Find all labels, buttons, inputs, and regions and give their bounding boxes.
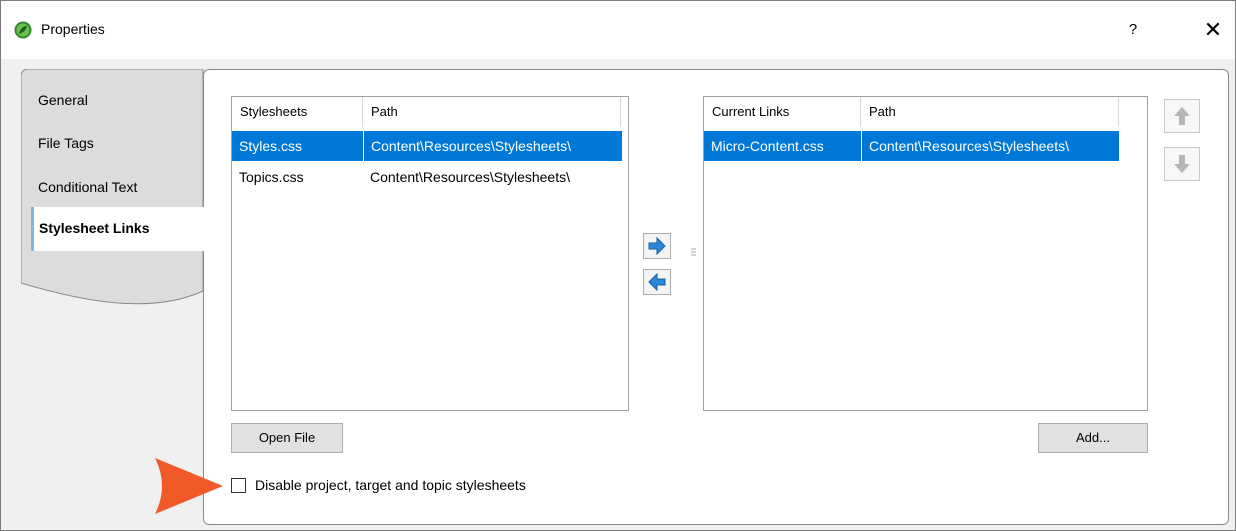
title-bar: Properties ? ✕ [1, 1, 1235, 59]
move-down-button[interactable] [1164, 147, 1200, 181]
open-file-button[interactable]: Open File [231, 423, 343, 453]
app-logo-icon [14, 21, 32, 39]
current-links-list[interactable]: Current Links Path Micro-Content.css Con… [703, 96, 1148, 411]
splitter-grip-icon[interactable] [691, 247, 697, 257]
tab-stylesheet-links[interactable]: Stylesheet Links [31, 207, 205, 251]
list-item[interactable]: Styles.css Content\Resources\Stylesheets… [232, 131, 622, 161]
move-left-button[interactable] [643, 269, 671, 295]
window-title: Properties [41, 21, 105, 37]
list-item-path: Content\Resources\Stylesheets\ [370, 169, 570, 185]
tab-stylesheet-links-label: Stylesheet Links [39, 220, 150, 236]
column-header-path[interactable]: Path [363, 97, 621, 127]
arrow-up-icon [1174, 107, 1190, 125]
list-item-name: Topics.css [239, 169, 304, 185]
disable-stylesheets-checkbox[interactable] [231, 478, 246, 493]
arrow-down-icon [1174, 155, 1190, 173]
list-item-path: Content\Resources\Stylesheets\ [861, 131, 1119, 161]
close-icon[interactable]: ✕ [1193, 13, 1233, 47]
disable-stylesheets-label[interactable]: Disable project, target and topic styles… [255, 477, 526, 493]
list-item-name: Micro-Content.css [711, 138, 824, 154]
column-header-stylesheets[interactable]: Stylesheets [232, 97, 363, 127]
tab-strip-background [21, 69, 204, 305]
tab-general[interactable]: General [38, 92, 88, 108]
move-right-button[interactable] [643, 233, 671, 259]
list-item[interactable]: Micro-Content.css Content\Resources\Styl… [704, 131, 1119, 161]
list-item[interactable]: Topics.css Content\Resources\Stylesheets… [232, 162, 622, 192]
move-up-button[interactable] [1164, 99, 1200, 133]
column-header-current-links[interactable]: Current Links [704, 97, 861, 127]
properties-dialog: Properties ? ✕ General File Tags Conditi… [0, 0, 1236, 531]
list-item-path: Content\Resources\Stylesheets\ [363, 131, 622, 161]
arrow-left-icon [648, 272, 666, 292]
tab-file-tags[interactable]: File Tags [38, 135, 94, 151]
tab-conditional-text[interactable]: Conditional Text [38, 179, 137, 195]
stylesheets-list[interactable]: Stylesheets Path Styles.css Content\Reso… [231, 96, 629, 411]
help-icon[interactable]: ? [1113, 13, 1153, 47]
column-header-path[interactable]: Path [861, 97, 1119, 127]
list-item-name: Styles.css [239, 138, 303, 154]
arrow-right-icon [648, 236, 666, 256]
add-button[interactable]: Add... [1038, 423, 1148, 453]
callout-arrow-icon [155, 458, 223, 514]
